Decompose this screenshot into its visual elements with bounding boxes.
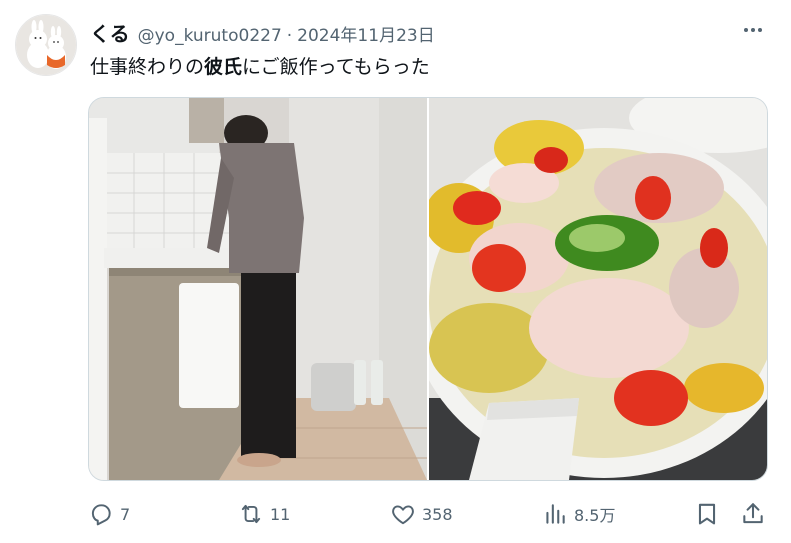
hotpot-photo-image — [429, 98, 767, 480]
photo-hotpot[interactable] — [429, 98, 767, 480]
photo-kitchen[interactable] — [89, 98, 427, 480]
repost-button[interactable]: 11 — [238, 499, 290, 529]
post-date[interactable]: 2024年11月23日 — [297, 21, 435, 46]
display-name[interactable]: くる — [90, 18, 130, 47]
views-count: 8.5万 — [574, 506, 616, 525]
separator: · — [286, 26, 293, 46]
reply-icon — [91, 504, 111, 526]
avatar-image — [16, 15, 76, 75]
bookmark-icon — [698, 503, 716, 525]
repost-icon — [241, 504, 261, 524]
more-icon[interactable] — [738, 18, 768, 42]
user-handle[interactable]: @yo_kuruto0227 — [138, 26, 282, 46]
action-bar: 7 11 358 8.5万 — [0, 499, 791, 529]
media-grid — [88, 97, 768, 481]
post-text: 仕事終わりの彼氏にご飯作ってもらった — [90, 52, 430, 79]
post-text-bold: 彼氏 — [204, 56, 243, 78]
like-button[interactable]: 358 — [390, 499, 453, 529]
views-bar-chart-icon — [546, 504, 565, 524]
like-count: 358 — [422, 504, 453, 524]
post-text-part: にご飯作ってもらった — [242, 56, 430, 78]
share-icon — [743, 503, 763, 524]
share-button[interactable] — [740, 499, 766, 529]
kitchen-photo-image — [89, 98, 427, 480]
reply-button[interactable]: 7 — [88, 499, 130, 529]
post-text-part: 仕事終わりの — [90, 56, 205, 78]
repost-count: 11 — [270, 504, 291, 524]
post-header: くる @yo_kuruto0227 · 2024年11月23日 — [90, 18, 435, 47]
reply-count: 7 — [120, 504, 131, 524]
bookmark-button[interactable] — [694, 499, 720, 529]
avatar[interactable] — [15, 14, 77, 76]
heart-icon — [392, 505, 414, 525]
views-button[interactable]: 8.5万 — [542, 499, 615, 529]
